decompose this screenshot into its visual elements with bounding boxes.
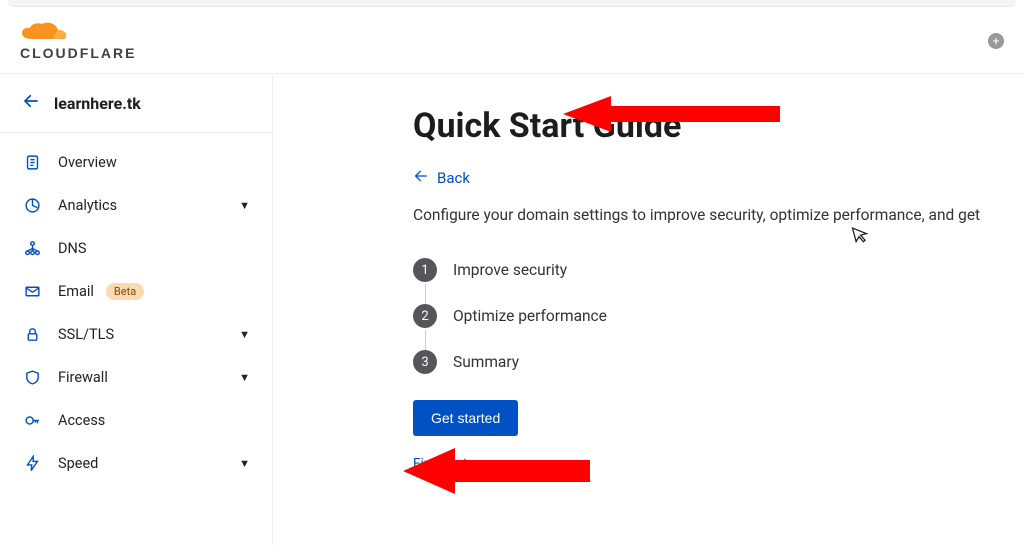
step-label: Optimize performance bbox=[453, 307, 607, 325]
chevron-down-icon: ▼ bbox=[239, 457, 250, 470]
page-description: Configure your domain settings to improv… bbox=[413, 206, 1024, 224]
sidebar-item-firewall[interactable]: Firewall ▼ bbox=[0, 356, 272, 399]
sidebar-item-analytics[interactable]: Analytics ▼ bbox=[0, 184, 272, 227]
email-icon bbox=[22, 283, 42, 300]
sidebar-item-access[interactable]: Access bbox=[0, 399, 272, 442]
sidebar-item-label: Overview bbox=[58, 154, 117, 171]
back-link-label: Back bbox=[437, 169, 470, 187]
lock-icon bbox=[22, 326, 42, 343]
sidebar-item-label: Analytics bbox=[58, 197, 117, 214]
add-site-button[interactable]: + bbox=[988, 33, 1004, 49]
arrow-left-icon bbox=[413, 168, 429, 188]
chart-icon bbox=[22, 197, 42, 214]
bolt-icon bbox=[22, 455, 42, 472]
sidebar-item-label: Speed bbox=[58, 455, 98, 472]
network-icon bbox=[22, 240, 42, 257]
finish-later-link[interactable]: Finish later bbox=[413, 456, 1024, 472]
sidebar-item-label: Firewall bbox=[58, 369, 108, 386]
sidebar-item-label: DNS bbox=[58, 240, 86, 257]
app-header: CLOUDFLARE + bbox=[0, 7, 1024, 74]
domain-name: learnhere.tk bbox=[54, 94, 141, 113]
sidebar-item-label: Access bbox=[58, 412, 105, 429]
step-item: 1 Improve security bbox=[413, 258, 1024, 282]
step-number-badge: 3 bbox=[413, 350, 437, 374]
clipboard-icon bbox=[22, 154, 42, 171]
steps-list: 1 Improve security 2 Optimize performanc… bbox=[413, 258, 1024, 374]
chevron-down-icon: ▼ bbox=[239, 199, 250, 212]
cloud-icon bbox=[20, 21, 68, 43]
step-number-badge: 1 bbox=[413, 258, 437, 282]
sidebar-item-overview[interactable]: Overview bbox=[0, 141, 272, 184]
sidebar-item-email[interactable]: Email Beta bbox=[0, 270, 272, 313]
main-content: Quick Start Guide Back Configure your do… bbox=[273, 74, 1024, 545]
sidebar-item-label: SSL/TLS bbox=[58, 326, 114, 343]
back-link[interactable]: Back bbox=[413, 168, 470, 188]
brand-logo[interactable]: CLOUDFLARE bbox=[20, 21, 136, 61]
cursor-icon bbox=[851, 223, 871, 249]
domain-header[interactable]: learnhere.tk bbox=[0, 74, 272, 133]
sidebar-nav: Overview Analytics ▼ DNS Email bbox=[0, 133, 272, 485]
sidebar-item-dns[interactable]: DNS bbox=[0, 227, 272, 270]
shield-icon bbox=[22, 369, 42, 386]
get-started-button[interactable]: Get started bbox=[413, 400, 518, 436]
sidebar: learnhere.tk Overview Analytics ▼ DN bbox=[0, 74, 273, 545]
step-label: Summary bbox=[453, 353, 519, 371]
sidebar-item-ssl-tls[interactable]: SSL/TLS ▼ bbox=[0, 313, 272, 356]
sidebar-item-speed[interactable]: Speed ▼ bbox=[0, 442, 272, 485]
chevron-down-icon: ▼ bbox=[239, 371, 250, 384]
page-title: Quick Start Guide bbox=[413, 106, 1024, 146]
step-number-badge: 2 bbox=[413, 304, 437, 328]
chevron-down-icon: ▼ bbox=[239, 328, 250, 341]
access-icon bbox=[22, 412, 42, 429]
step-item: 3 Summary bbox=[413, 350, 1024, 374]
step-item: 2 Optimize performance bbox=[413, 304, 1024, 328]
beta-badge: Beta bbox=[106, 283, 144, 300]
sidebar-item-label: Email bbox=[58, 283, 94, 300]
step-label: Improve security bbox=[453, 261, 567, 279]
brand-text: CLOUDFLARE bbox=[20, 45, 136, 61]
back-arrow-icon[interactable] bbox=[22, 92, 40, 114]
browser-chrome-strip bbox=[8, 0, 1016, 7]
